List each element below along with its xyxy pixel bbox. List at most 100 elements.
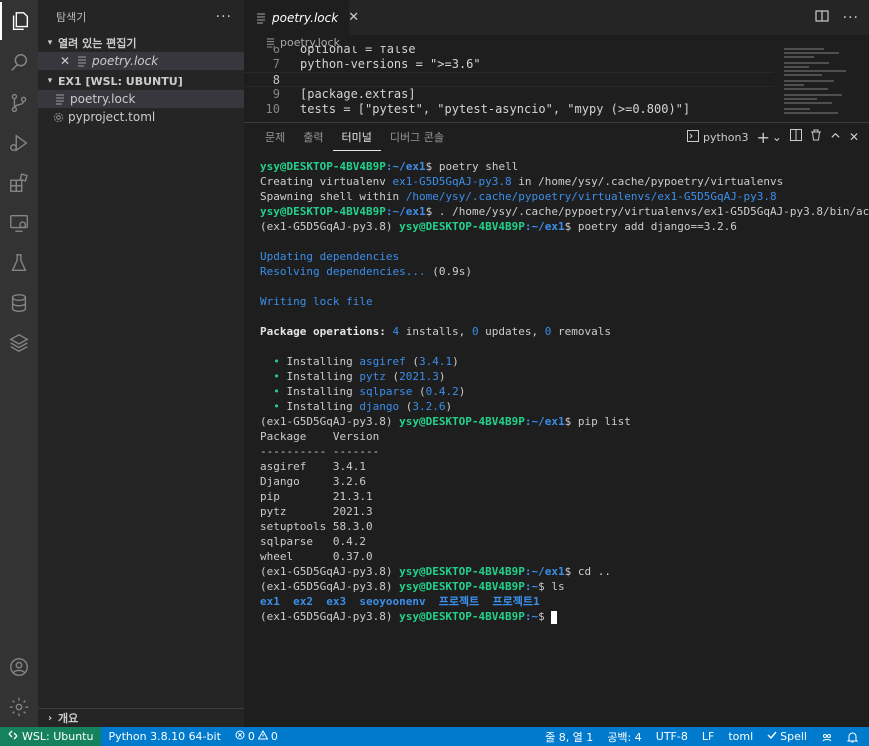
terminal-line: Django 3.2.6	[260, 475, 366, 488]
terminal-line: (ex1-G5D5GqAJ-py3.8) ysy@DESKTOP-4BV4B9P…	[260, 220, 737, 233]
testing-icon[interactable]	[0, 244, 38, 282]
code-editor[interactable]: 6 optional = false 7 python-versions = ">=…	[244, 46, 774, 121]
panel-tabs: 문제 출력 터미널 디버그 콘솔	[256, 123, 453, 151]
account-icon[interactable]	[0, 648, 38, 686]
explorer-icon[interactable]	[0, 2, 38, 40]
settings-gear-icon[interactable]	[0, 688, 38, 726]
tab-terminal[interactable]: 터미널	[332, 123, 381, 151]
file-name: poetry.lock	[70, 92, 136, 106]
terminal-line: Package Version	[260, 430, 380, 443]
terminal-line: • Installing pytz (2021.3)	[273, 370, 446, 383]
run-debug-icon[interactable]	[0, 124, 38, 162]
database-icon[interactable]	[0, 284, 38, 322]
editor-tab[interactable]: poetry.lock ✕	[244, 0, 359, 35]
file-item-pyproject-toml[interactable]: pyproject.toml	[38, 108, 244, 126]
terminal-line: Spawning shell within /home/ysy/.cache/p…	[260, 190, 777, 203]
file-name: pyproject.toml	[68, 110, 156, 124]
language-mode[interactable]: toml	[721, 730, 760, 743]
feedback-icon[interactable]	[814, 731, 840, 743]
indentation[interactable]: 공백: 4	[600, 729, 648, 745]
terminal-line: (ex1-G5D5GqAJ-py3.8) ysy@DESKTOP-4BV4B9P…	[260, 415, 631, 428]
outline-section[interactable]: › 개요	[38, 708, 244, 727]
terminal-line: ---------- -------	[260, 445, 380, 458]
close-icon[interactable]: ✕	[348, 10, 359, 25]
remote-icon	[8, 730, 18, 743]
terminal-line: setuptools 58.3.0	[260, 520, 373, 533]
terminal-line: wheel 0.37.0	[260, 550, 373, 563]
tab-output[interactable]: 출력	[294, 123, 332, 151]
terminal-line: Resolving dependencies... (0.9s)	[260, 265, 472, 278]
close-icon[interactable]: ✕	[60, 54, 76, 68]
open-editors-section[interactable]: ▾ 열려 있는 편집기	[38, 34, 244, 52]
split-editor-icon[interactable]	[815, 9, 829, 27]
open-editors-label: 열려 있는 편집기	[58, 37, 137, 50]
terminal-line: Writing lock file	[260, 295, 373, 308]
warning-icon	[257, 729, 269, 743]
terminal-line: (ex1-G5D5GqAJ-py3.8) ysy@DESKTOP-4BV4B9P…	[260, 609, 859, 624]
source-control-icon[interactable]	[0, 84, 38, 122]
terminal-line: • Installing django (3.2.6)	[273, 400, 453, 413]
chevron-down-icon[interactable]: ⌄	[772, 130, 782, 144]
terminal-line: ysy@DESKTOP-4BV4B9P:~/ex1$ poetry shell	[260, 160, 519, 173]
file-item-poetry-lock[interactable]: poetry.lock	[38, 90, 244, 108]
maximize-panel-icon[interactable]	[830, 130, 841, 145]
chevron-down-icon: ▾	[47, 38, 53, 48]
spell-checker[interactable]: Spell	[760, 730, 814, 743]
python-interpreter[interactable]: Python 3.8.10 64-bit	[101, 730, 227, 743]
activity-bar	[0, 0, 38, 727]
editor-actions: ···	[815, 0, 859, 35]
editor-area: poetry.lock ✕ ··· poetry.lock 6 optional …	[244, 0, 869, 727]
tab-debug-console[interactable]: 디버그 콘솔	[381, 123, 453, 151]
tab-label: poetry.lock	[272, 10, 339, 25]
remote-explorer-icon[interactable]	[0, 204, 38, 242]
open-editor-item[interactable]: ✕ poetry.lock	[38, 52, 244, 70]
close-panel-icon[interactable]: ✕	[849, 130, 859, 144]
search-icon[interactable]	[0, 44, 38, 82]
terminal-line: • Installing asgiref (3.4.1)	[273, 355, 459, 368]
extensions-icon[interactable]	[0, 164, 38, 202]
terminal-output[interactable]: ysy@DESKTOP-4BV4B9P:~/ex1$ poetry shell …	[260, 159, 869, 624]
tab-problems[interactable]: 문제	[256, 123, 294, 151]
error-icon	[235, 730, 245, 743]
explorer-sidebar: 탐색기 ··· ▾ 열려 있는 편집기 ✕ poetry.lock ▾ EX1 …	[38, 0, 244, 727]
more-actions-icon[interactable]: ···	[843, 10, 859, 26]
add-terminal-icon[interactable]: +	[756, 128, 769, 147]
open-editor-filename: poetry.lock	[92, 54, 159, 68]
explorer-title: 탐색기	[56, 11, 87, 24]
terminal-line: (ex1-G5D5GqAJ-py3.8) ysy@DESKTOP-4BV4B9P…	[260, 565, 612, 578]
terminal-line: asgiref 3.4.1	[260, 460, 366, 473]
terminal-select[interactable]: python3	[686, 129, 748, 145]
terminal-line: Package operations: 4 installs, 0 update…	[260, 325, 612, 338]
trash-icon[interactable]	[810, 129, 822, 145]
terminal-line: ysy@DESKTOP-4BV4B9P:~/ex1$ . /home/ysy/.…	[260, 205, 869, 218]
terminal-line: pytz 2021.3	[260, 505, 373, 518]
remote-indicator[interactable]: WSL: Ubuntu	[0, 727, 102, 746]
workspace-section[interactable]: ▾ EX1 [WSL: UBUNTU]	[38, 72, 244, 90]
terminal-line: sqlparse 0.4.2	[260, 535, 366, 548]
split-terminal-icon[interactable]	[789, 129, 802, 145]
file-lines-icon	[256, 12, 266, 24]
more-actions-icon[interactable]: ···	[216, 9, 232, 25]
problems-indicator[interactable]: 0 0	[228, 729, 285, 743]
gear-icon	[52, 111, 64, 123]
terminal-line: • Installing sqlparse (0.4.2)	[273, 385, 466, 398]
cursor-position[interactable]: 줄 8, 열 1	[538, 729, 600, 745]
editor-tabbar: poetry.lock ✕ ···	[244, 0, 869, 35]
terminal-icon	[686, 129, 699, 145]
status-bar: WSL: Ubuntu Python 3.8.10 64-bit 0 0 줄 8…	[0, 727, 869, 746]
notifications-bell-icon[interactable]	[840, 731, 865, 743]
chevron-down-icon: ▾	[47, 76, 53, 86]
minimap[interactable]	[784, 46, 854, 121]
remote-label: WSL: Ubuntu	[22, 730, 94, 743]
encoding[interactable]: UTF-8	[649, 730, 695, 743]
layers-icon[interactable]	[0, 324, 38, 362]
end-of-line[interactable]: LF	[695, 730, 721, 743]
terminal-panel: 문제 출력 터미널 디버그 콘솔 python3 + ⌄ ✕ ysy@DESKT…	[244, 122, 869, 727]
terminal-line: pip 21.3.1	[260, 490, 373, 503]
terminal-line: Creating virtualenv ex1-G5D5GqAJ-py3.8 i…	[260, 175, 784, 188]
terminal-line: ex1 ex2 ex3 seoyoonenv 프로젝트 프로젝트1	[260, 595, 540, 608]
